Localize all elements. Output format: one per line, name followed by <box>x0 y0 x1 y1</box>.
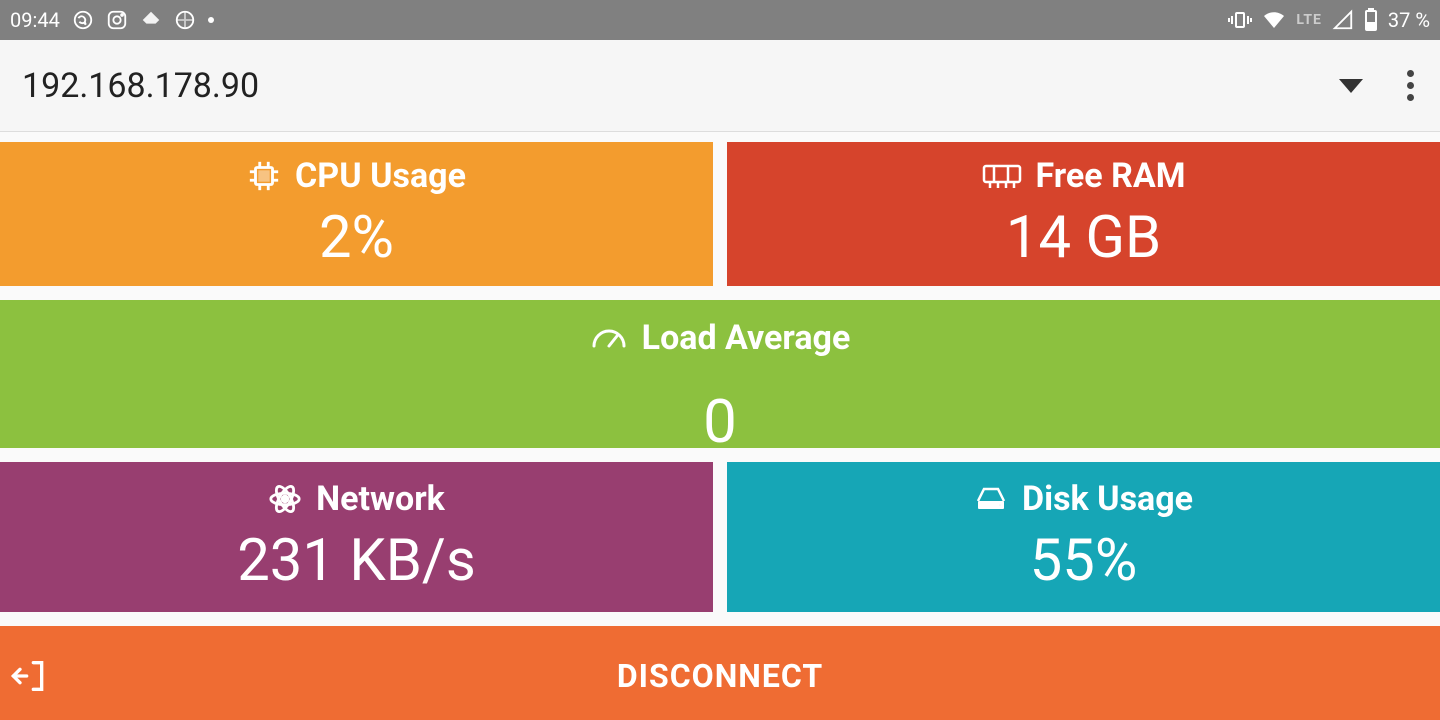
tile-free-ram[interactable]: Free RAM 14 GB <box>727 142 1440 286</box>
whatsapp-icon <box>72 9 94 31</box>
app-toolbar: 192.168.178.90 <box>0 40 1440 132</box>
status-time: 09:44 <box>10 8 60 32</box>
instagram-icon <box>106 9 128 31</box>
lte-label: LTE <box>1296 12 1322 28</box>
android-status-bar: 09:44 LTE 37 % <box>0 0 1440 40</box>
dropdown-icon[interactable] <box>1339 79 1363 93</box>
tile-load-label: Load Average <box>642 318 851 358</box>
overflow-menu-icon[interactable] <box>1403 66 1418 105</box>
more-notifications-dot <box>208 17 214 23</box>
tile-network[interactable]: Network 231 KB/s <box>0 462 713 612</box>
app-icon <box>174 9 196 31</box>
tile-load-average[interactable]: Load Average 0 <box>0 300 1440 448</box>
tile-ram-value: 14 GB <box>1006 204 1161 272</box>
feedly-icon <box>140 9 162 31</box>
disconnect-button[interactable]: DISCONNECT <box>0 626 1440 720</box>
network-icon <box>268 482 302 516</box>
disconnect-label: DISCONNECT <box>0 657 1440 695</box>
tile-cpu-value: 2% <box>319 204 394 272</box>
battery-percent: 37 % <box>1388 8 1430 32</box>
gauge-icon <box>590 324 628 352</box>
tile-load-value: 0 <box>703 386 737 457</box>
logout-icon <box>10 656 50 696</box>
wifi-icon <box>1262 8 1286 32</box>
tile-network-label: Network <box>316 479 445 519</box>
tile-network-value: 231 KB/s <box>237 527 476 595</box>
tile-ram-label: Free RAM <box>1036 156 1186 196</box>
ram-icon <box>982 162 1022 190</box>
cpu-icon <box>247 159 281 193</box>
dashboard-grid: CPU Usage 2% Free RAM 14 GB Load Average… <box>0 132 1440 612</box>
tile-cpu-label: CPU Usage <box>295 156 466 196</box>
disk-icon <box>974 485 1008 513</box>
server-address[interactable]: 192.168.178.90 <box>22 66 259 106</box>
tile-disk-usage[interactable]: Disk Usage 55% <box>727 462 1440 612</box>
tile-disk-value: 55% <box>1030 527 1138 595</box>
signal-icon <box>1332 9 1354 31</box>
tile-disk-label: Disk Usage <box>1022 479 1193 519</box>
tile-cpu-usage[interactable]: CPU Usage 2% <box>0 142 713 286</box>
vibrate-icon <box>1228 8 1252 32</box>
battery-icon <box>1364 8 1378 32</box>
